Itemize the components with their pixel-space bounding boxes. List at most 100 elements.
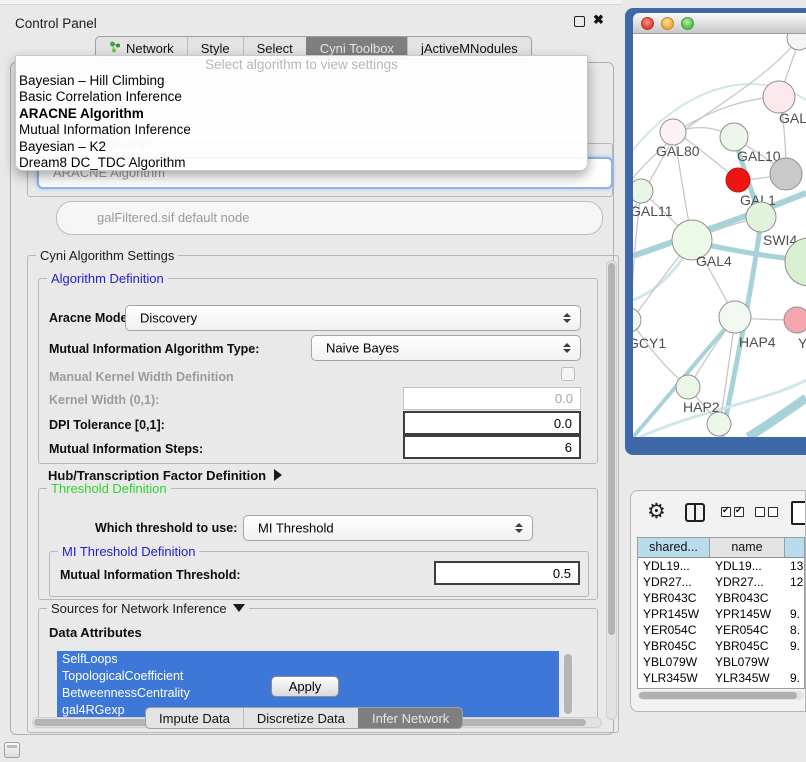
dropdown-item-bayesian-k2[interactable]: Bayesian – K2: [16, 139, 587, 155]
table-data-combo[interactable]: galFiltered.sif default node: [56, 201, 603, 235]
gear-icon[interactable]: ⚙: [647, 499, 666, 524]
network-window-titlebar[interactable]: [633, 13, 806, 34]
control-panel-title: Control Panel: [15, 16, 97, 31]
network-node-gcy1[interactable]: [633, 308, 641, 332]
table-row[interactable]: YIL052CYIL052C0.: [638, 686, 804, 689]
zoom-traffic-light-icon[interactable]: [681, 17, 694, 30]
network-graph: GALGAL80GAL10GAL1GAL11SWI4GAL4GCY1HAP4YH…: [633, 34, 806, 437]
table-row[interactable]: YDL19...YDL19...13: [638, 558, 804, 574]
table-cell-col0: YBL079W: [638, 654, 710, 670]
network-node-hap4[interactable]: [719, 301, 751, 333]
dpi-tolerance-field[interactable]: 0.0: [403, 411, 581, 435]
network-node[interactable]: [707, 412, 731, 436]
table-row[interactable]: YBR045CYBR045C9.: [638, 638, 804, 654]
network-node-gal80[interactable]: [660, 119, 686, 145]
mi-threshold-label: Mutual Information Threshold:: [60, 568, 241, 582]
column-header-shared[interactable]: shared...: [638, 538, 710, 557]
table-cell-col0: YER054C: [638, 622, 710, 638]
table-row[interactable]: YDR27...YDR27...12: [638, 574, 804, 590]
mi-steps-field[interactable]: 6: [403, 435, 581, 459]
network-node-gal1[interactable]: [726, 168, 750, 192]
table-cell-col0: YDR27...: [638, 574, 710, 590]
table-cell-col2: 0.: [785, 686, 805, 689]
data-attributes-label: Data Attributes: [49, 625, 142, 640]
network-node-hap2[interactable]: [676, 375, 700, 399]
table-row[interactable]: YBL079WYBL079W: [638, 654, 804, 670]
mi-threshold-definition-group: MI Threshold Definition Mutual Informati…: [49, 551, 589, 597]
close-panel-icon[interactable]: ✖: [593, 12, 604, 28]
table-row[interactable]: YPR145WYPR145W9.: [638, 606, 804, 622]
dropdown-placeholder: Select algorithm to view settings: [16, 56, 587, 73]
table-cell-col2: 9.: [785, 606, 805, 622]
mi-algorithm-type-combo[interactable]: Naive Bayes: [311, 335, 581, 361]
table-cell-col0: YPR145W: [638, 606, 710, 622]
kernel-width-label: Kernel Width (0,1):: [49, 393, 159, 407]
bottom-tab-impute-data[interactable]: Impute Data: [146, 708, 243, 728]
table-panel: ⚙ shared...nameYDL19...YDL19...13YDR27..…: [630, 490, 806, 712]
attributes-list-scrollbar[interactable]: [563, 653, 573, 717]
node-attribute-table: shared...nameYDL19...YDL19...13YDR27...Y…: [637, 537, 805, 689]
network-node-gal[interactable]: [763, 81, 795, 113]
dropdown-item-basic-correlation-inference[interactable]: Basic Correlation Inference: [16, 89, 587, 105]
manual-kernel-checkbox[interactable]: [561, 367, 575, 381]
table-cell-col2: 9.: [785, 670, 805, 686]
deselect-all-columns-icon[interactable]: [755, 507, 778, 517]
network-canvas[interactable]: GALGAL80GAL10GAL1GAL11SWI4GAL4GCY1HAP4YH…: [633, 34, 806, 437]
table-cell-col0: YDL19...: [638, 558, 710, 574]
column-header-col2[interactable]: [785, 538, 805, 557]
manual-kernel-label: Manual Kernel Width Definition: [49, 370, 234, 384]
select-all-columns-icon[interactable]: [721, 507, 744, 517]
table-row[interactable]: YBR043CYBR043C: [638, 590, 804, 606]
columns-icon[interactable]: [685, 503, 705, 522]
close-traffic-light-icon[interactable]: [641, 17, 654, 30]
table-header-row: shared...name: [638, 538, 804, 558]
table-cell-col1: YBR043C: [710, 590, 785, 606]
network-edge: [633, 320, 687, 386]
sources-group: Sources for Network Inference Data Attri…: [38, 608, 598, 720]
bottom-tab-infer-network[interactable]: Infer Network: [358, 708, 462, 728]
dropdown-item-mutual-information-inference[interactable]: Mutual Information Inference: [16, 122, 587, 138]
dropdown-item-aracne-algorithm[interactable]: ARACNE Algorithm: [16, 106, 587, 122]
network-node[interactable]: [770, 158, 802, 190]
network-node-swi4[interactable]: [746, 202, 776, 232]
attribute-item-selfloops[interactable]: SelfLoops: [57, 651, 559, 668]
minimize-traffic-light-icon[interactable]: [661, 17, 674, 30]
table-cell-col1: YER054C: [710, 622, 785, 638]
mi-threshold-definition-title: MI Threshold Definition: [58, 544, 199, 559]
network-edge: [748, 398, 806, 437]
bottom-tab-discretize-data[interactable]: Discretize Data: [243, 708, 358, 728]
table-cell-col2: 12: [785, 574, 805, 590]
spinner-arrows-icon: [563, 343, 571, 353]
table-row[interactable]: YER054CYER054C8.: [638, 622, 804, 638]
node-label-gal: GAL: [779, 110, 806, 126]
apply-button[interactable]: Apply: [271, 676, 339, 697]
network-node-gal10[interactable]: [720, 123, 748, 151]
table-cell-col1: YDR27...: [710, 574, 785, 590]
dropdown-item-dream8-dc-tdc-algorithm[interactable]: Dream8 DC_TDC Algorithm: [16, 155, 587, 171]
float-panel-icon[interactable]: [574, 16, 585, 27]
node-label-gal10: GAL10: [737, 148, 781, 164]
table-cell-col2: 8.: [785, 622, 805, 638]
mi-threshold-field[interactable]: 0.5: [434, 561, 580, 585]
collapsed-arrow-icon: [274, 469, 282, 481]
spinner-arrows-icon: [515, 523, 523, 533]
column-header-name[interactable]: name: [710, 538, 785, 557]
sources-toggle[interactable]: Sources for Network Inference: [47, 601, 249, 616]
aracne-mode-combo[interactable]: Discovery: [125, 305, 581, 331]
table-horizontal-scrollbar[interactable]: [638, 691, 804, 700]
table-cell-col0: YLR345W: [638, 670, 710, 686]
table-row[interactable]: YLR345WYLR345W9.: [638, 670, 804, 686]
which-threshold-combo[interactable]: MI Threshold: [243, 515, 533, 541]
settings-vertical-scrollbar[interactable]: [606, 260, 617, 720]
kernel-width-field[interactable]: 0.0: [403, 387, 581, 410]
threshold-definition-title: Threshold Definition: [47, 481, 171, 496]
spinner-arrows-icon: [563, 313, 571, 323]
cyni-algorithm-settings-group: Cyni Algorithm Settings Algorithm Defini…: [27, 255, 619, 733]
tab-network-label: Network: [126, 41, 174, 56]
dropdown-item-bayesian-hill-climbing[interactable]: Bayesian – Hill Climbing: [16, 73, 587, 89]
network-node-gal11[interactable]: [633, 179, 653, 203]
export-table-icon[interactable]: [791, 501, 806, 525]
network-node[interactable]: [787, 34, 806, 50]
network-node-y[interactable]: [784, 307, 806, 333]
minimized-panel-icon[interactable]: [4, 742, 20, 758]
